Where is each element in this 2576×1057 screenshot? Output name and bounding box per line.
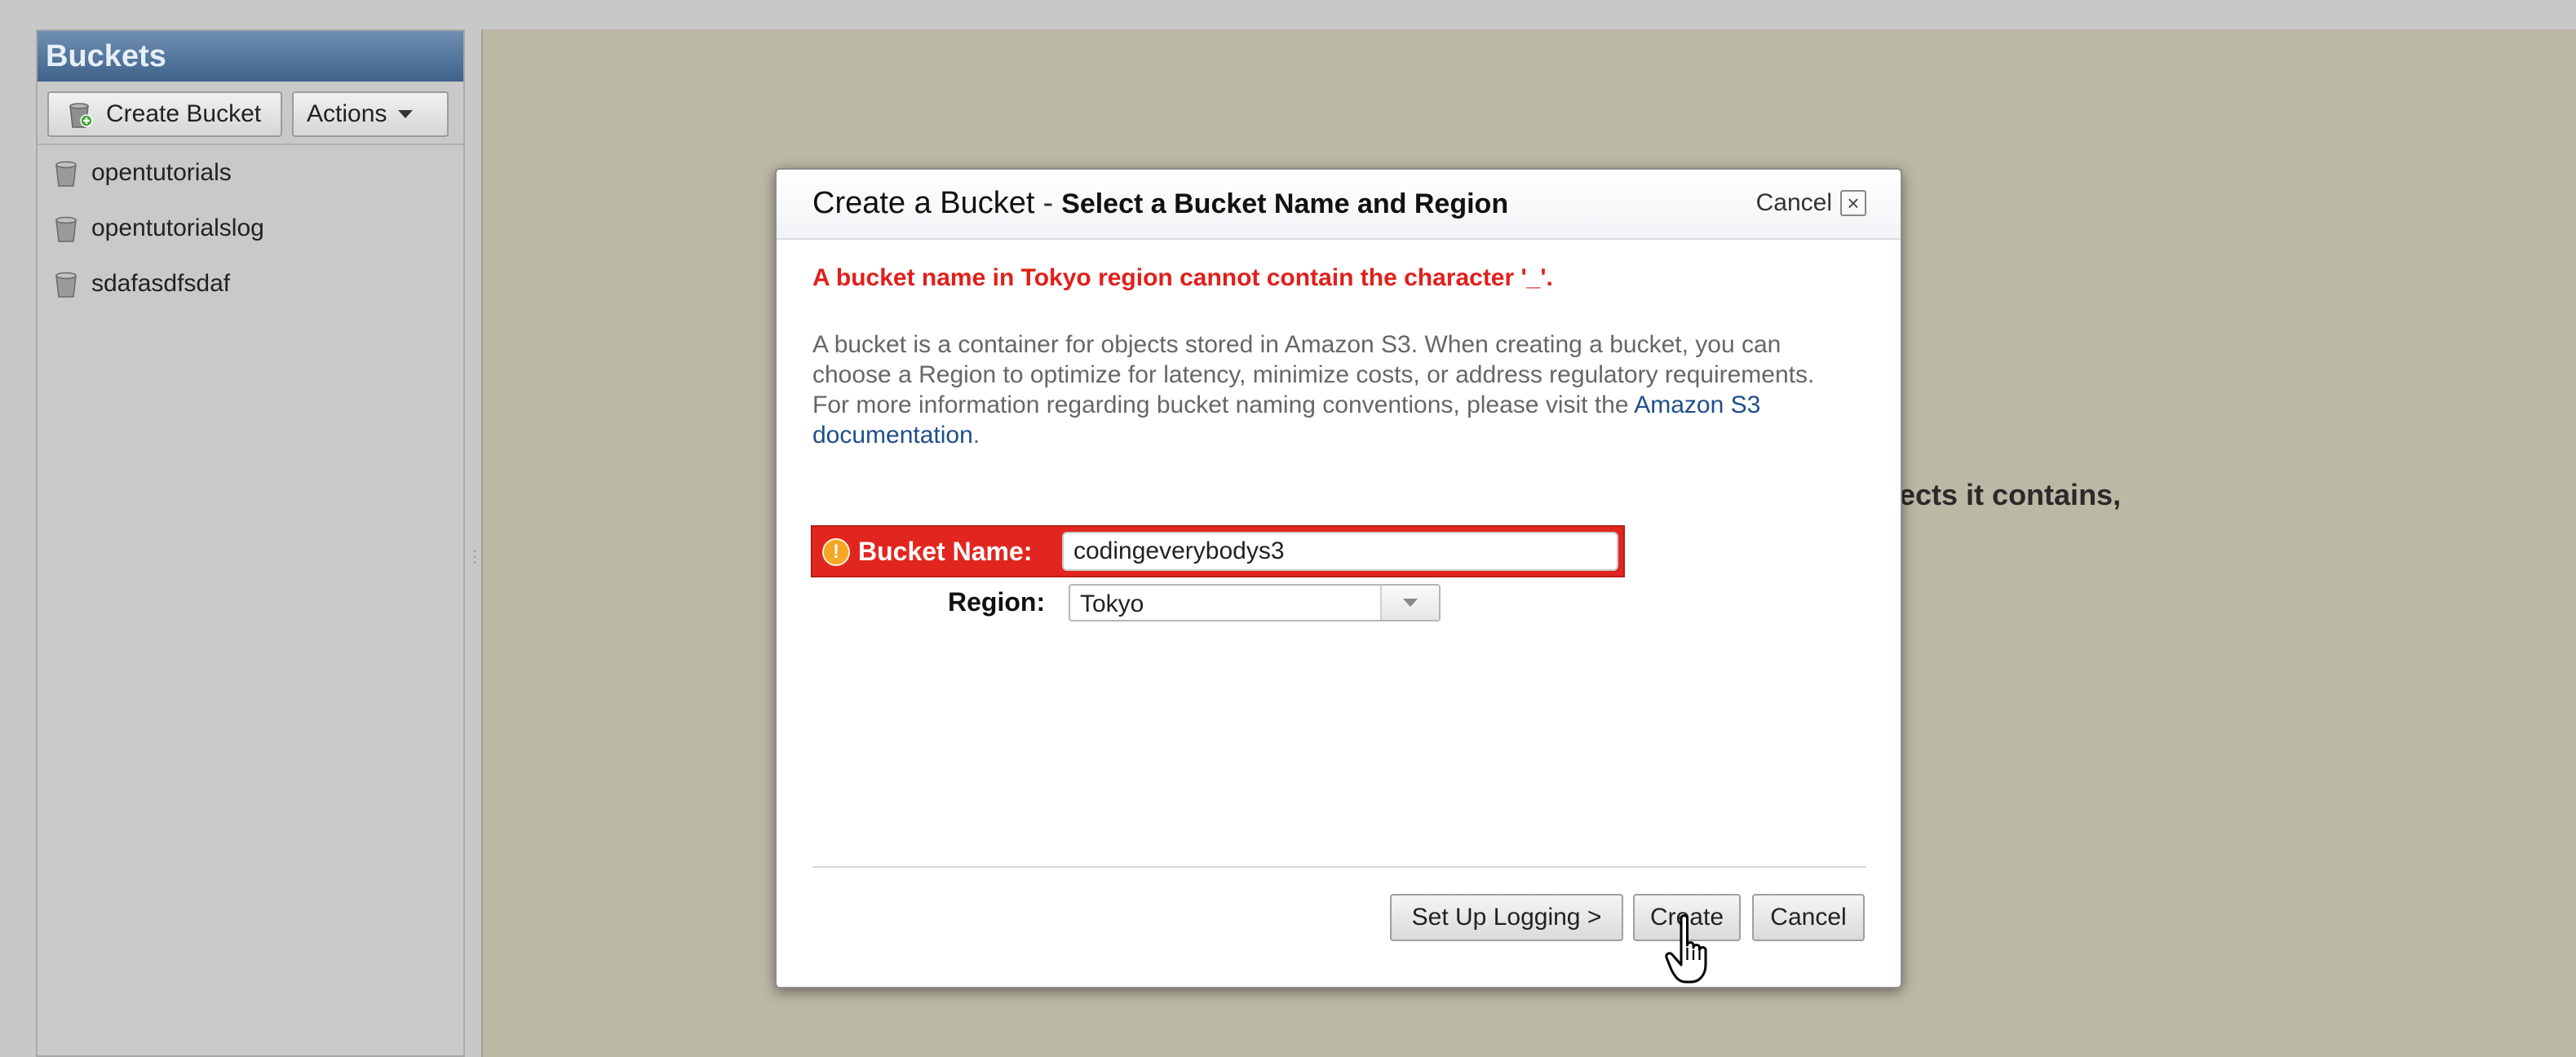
dialog-subtitle: Select a Bucket Name and Region <box>1061 188 1509 219</box>
bucket-icon <box>55 161 77 187</box>
footer-divider <box>812 866 1866 868</box>
dialog-description: A bucket is a container for objects stor… <box>812 329 1832 450</box>
dialog-header: Create a Bucket - Select a Bucket Name and… <box>777 170 1901 240</box>
bucket-icon <box>55 272 77 298</box>
bucket-icon <box>55 216 77 242</box>
bucket-name-label: Bucket Name: <box>858 537 1033 566</box>
bucket-list-item[interactable]: opentutorials <box>38 145 463 201</box>
region-select[interactable]: Tokyo <box>1069 584 1441 621</box>
chevron-down-icon <box>398 110 414 118</box>
bucket-list-item[interactable]: opentutorialslog <box>38 201 463 256</box>
buckets-toolbar: Create Bucket Actions <box>38 82 463 145</box>
close-icon[interactable]: × <box>1840 190 1866 216</box>
bucket-name: opentutorialslog <box>91 214 264 241</box>
bucket-name-input[interactable] <box>1062 532 1618 571</box>
bucket-name: sdafasdfsdaf <box>91 270 231 297</box>
bucket-name-row: ! Bucket Name: <box>811 525 1625 577</box>
dialog-title-text: Create a Bucket <box>812 186 1035 220</box>
title-separator: - <box>1042 186 1054 220</box>
actions-label: Actions <box>307 100 387 127</box>
bucket-add-icon <box>69 103 93 128</box>
bucket-list-item[interactable]: sdafasdfsdaf <box>38 256 463 312</box>
create-bucket-dialog: Create a Bucket - Select a Bucket Name and… <box>775 168 1902 988</box>
description-end: . <box>972 422 980 449</box>
warning-icon: ! <box>822 538 850 566</box>
hand-pointer-cursor-icon <box>1665 914 1707 984</box>
create-bucket-button[interactable]: Create Bucket <box>47 91 282 137</box>
cancel-button[interactable]: Cancel <box>1752 894 1865 941</box>
set-up-logging-button[interactable]: Set Up Logging > <box>1390 894 1623 941</box>
region-selected-value: Tokyo <box>1080 590 1144 617</box>
actions-menu-button[interactable]: Actions <box>292 91 449 137</box>
create-bucket-label: Create Bucket <box>106 100 262 127</box>
region-label: Region: <box>948 587 1046 617</box>
panel-splitter-handle[interactable]: ⋮ <box>467 546 483 579</box>
dialog-title: Create a Bucket - Select a Bucket Name and… <box>812 186 1508 221</box>
panel-title: Buckets <box>38 31 463 82</box>
background-info-text: jects it contains, <box>1891 478 2122 511</box>
header-cancel-label: Cancel <box>1755 189 1832 216</box>
dropdown-arrow-icon[interactable] <box>1380 586 1439 620</box>
bucket-list: opentutorials opentutorialslog sdafasdfs… <box>38 145 463 312</box>
header-cancel-button[interactable]: Cancel × <box>1756 189 1866 217</box>
buckets-panel: Buckets Create Bucket Actions opentutori… <box>36 29 465 1057</box>
bucket-name: opentutorials <box>91 159 232 186</box>
error-message: A bucket name in Tokyo region cannot con… <box>812 264 1553 291</box>
